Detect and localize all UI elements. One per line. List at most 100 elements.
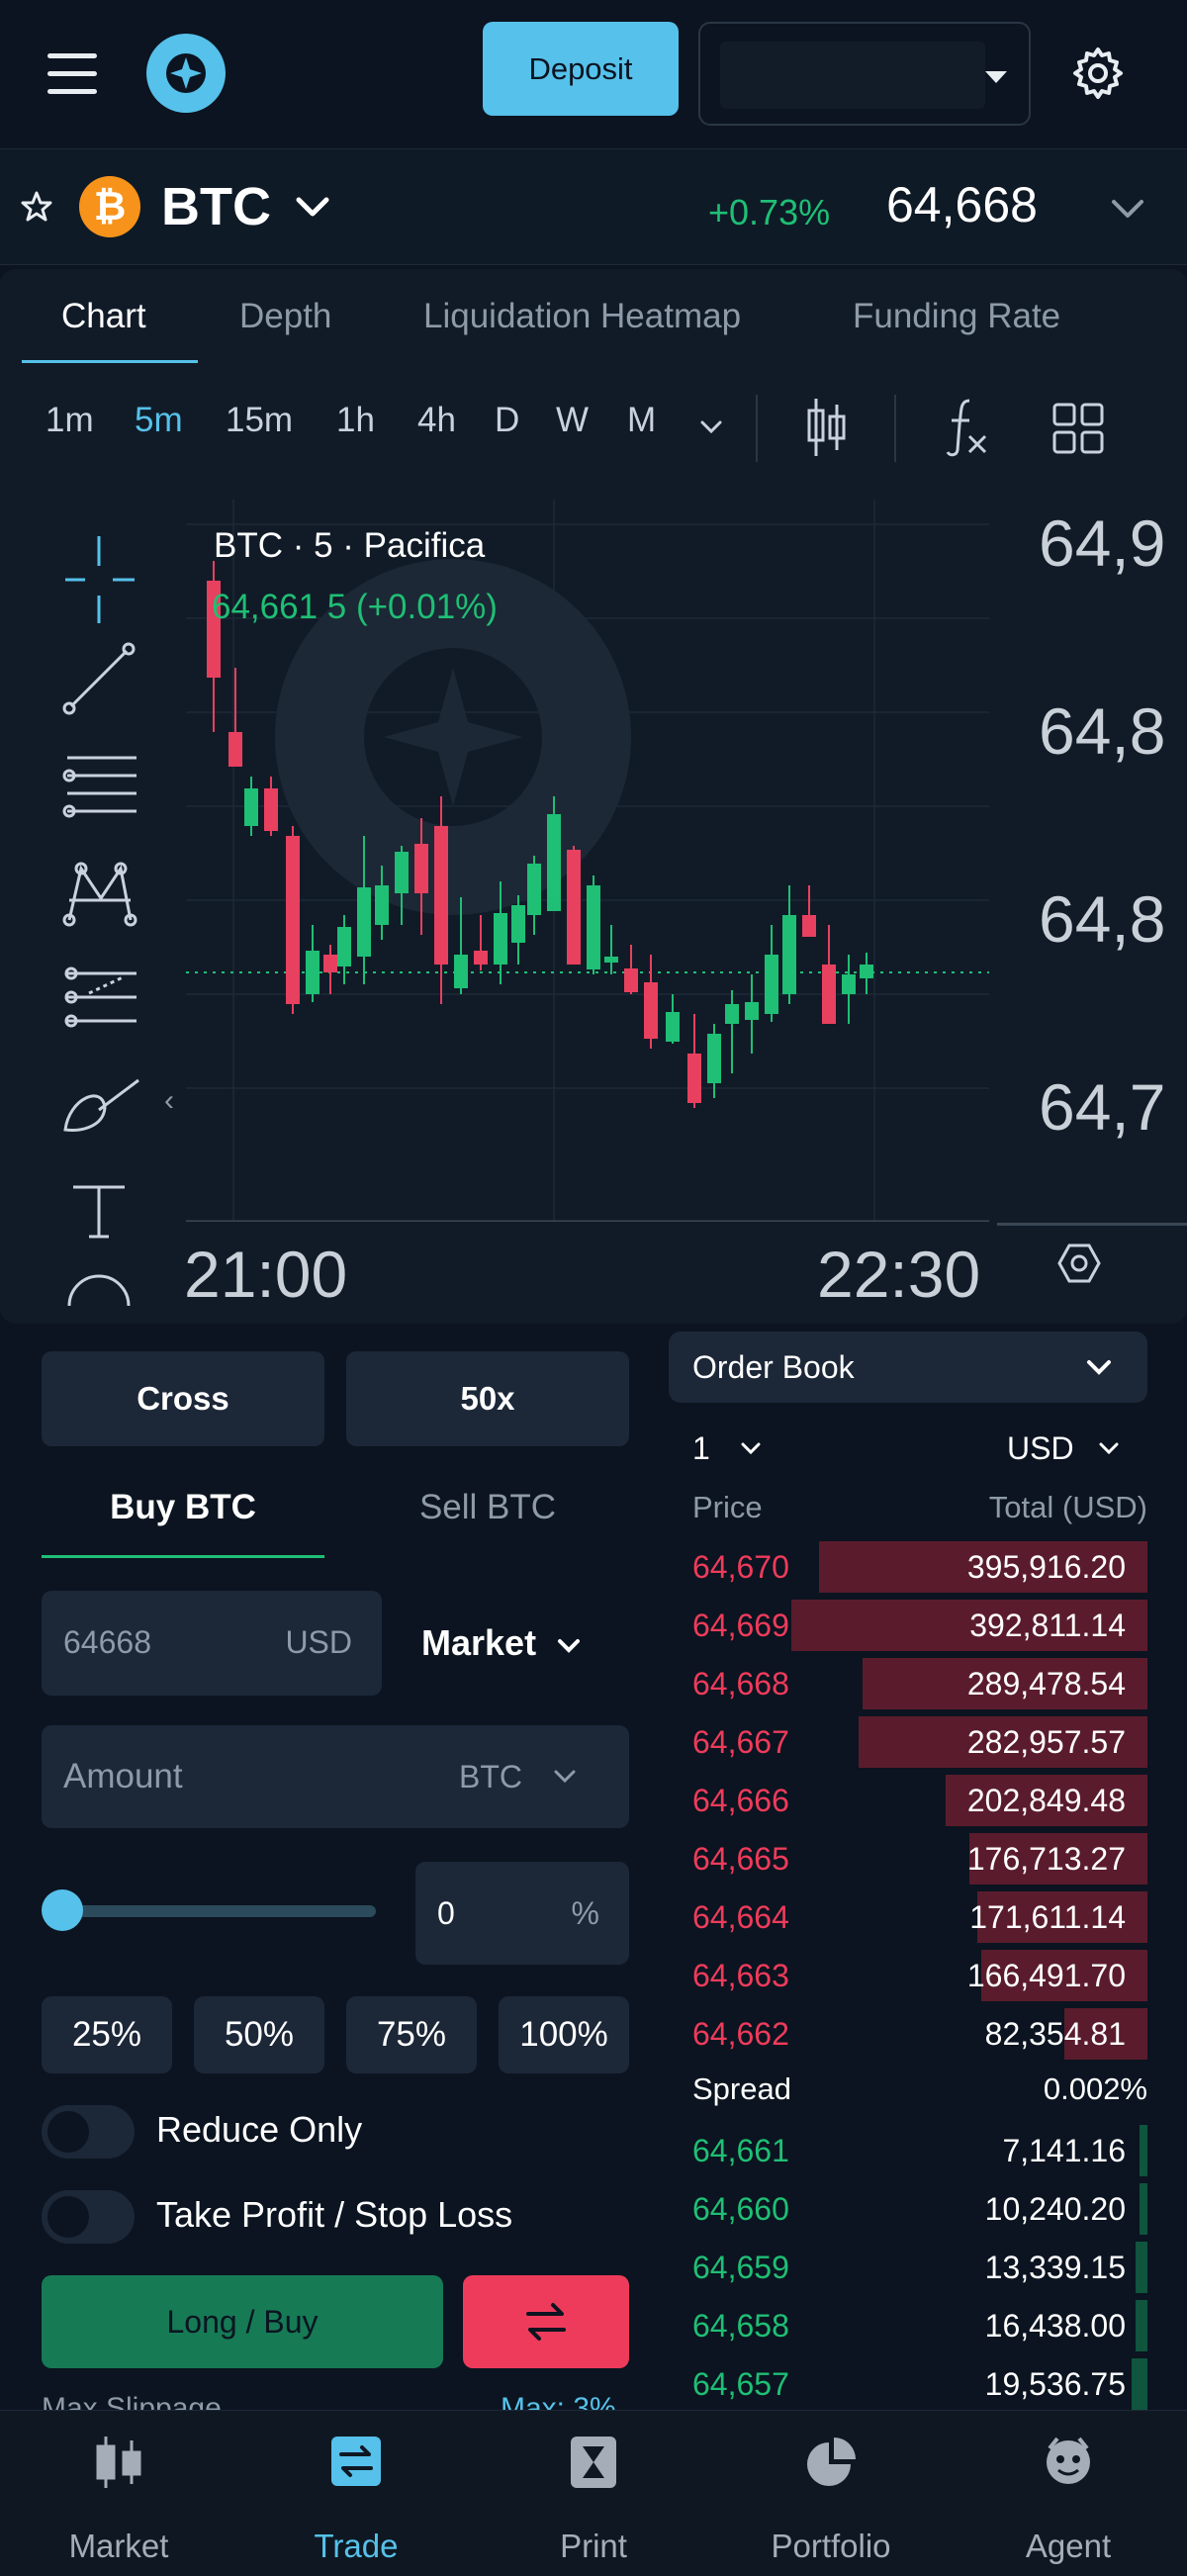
chevron-down-icon[interactable] <box>1108 194 1147 224</box>
deposit-button[interactable]: Deposit <box>483 22 679 116</box>
pattern-icon[interactable] <box>62 862 137 927</box>
chevron-down-icon[interactable] <box>293 188 332 228</box>
nav-trade[interactable]: Trade <box>237 2411 475 2576</box>
order-type-select[interactable]: Market <box>421 1622 536 1664</box>
candle-type-icon[interactable] <box>803 395 849 460</box>
timeframe-w[interactable]: W <box>556 401 589 440</box>
settings-gear-icon[interactable] <box>1070 46 1126 101</box>
tab-depth[interactable]: Depth <box>239 297 331 336</box>
timeframe-d[interactable]: D <box>495 401 519 440</box>
timeframe-m[interactable]: M <box>627 401 656 440</box>
bid-row[interactable]: 64,659 13,339.15 <box>669 2240 1147 2293</box>
brush-icon[interactable] <box>63 1078 139 1132</box>
indicators-icon[interactable] <box>940 395 991 460</box>
candle <box>228 668 242 767</box>
chevron-down-icon[interactable] <box>550 1763 580 1793</box>
quick-pct-100[interactable]: 100% <box>499 1996 629 2073</box>
candle <box>395 846 409 925</box>
y-tick-label: 64,7 <box>1039 1070 1166 1144</box>
ask-price: 64,665 <box>692 1841 789 1877</box>
nav-agent[interactable]: Agent <box>950 2411 1187 2576</box>
collapse-toolbar-icon[interactable]: ‹ <box>164 1084 174 1118</box>
order-book-header[interactable]: Order Book <box>669 1332 1147 1403</box>
fib-icon[interactable] <box>64 966 137 1028</box>
drawing-toolbar <box>40 524 158 1321</box>
bid-total: 7,141.16 <box>1002 2133 1126 2168</box>
candle <box>604 925 618 974</box>
depth-bar <box>1140 2125 1147 2176</box>
tab-funding-rate[interactable]: Funding Rate <box>853 297 1060 336</box>
bid-row[interactable]: 64,658 16,438.00 <box>669 2298 1147 2351</box>
long-buy-button[interactable]: Long / Buy <box>42 2275 443 2368</box>
ask-row[interactable]: 64,664 171,611.14 <box>669 1889 1147 1943</box>
quick-pct-75[interactable]: 75% <box>346 1996 477 2073</box>
timeframe-4h[interactable]: 4h <box>417 401 456 440</box>
reduce-only-toggle[interactable] <box>42 2105 135 2159</box>
amount-slider-thumb[interactable] <box>42 1889 83 1931</box>
favorite-star-icon[interactable] <box>20 190 53 224</box>
candle <box>511 895 525 965</box>
timeframe-1m[interactable]: 1m <box>46 401 94 440</box>
more-tools-icon[interactable] <box>67 1274 131 1307</box>
crosshair-icon[interactable] <box>65 536 135 623</box>
ask-row[interactable]: 64,670 395,916.20 <box>669 1539 1147 1593</box>
price-axis[interactable]: 64,9 64,8 64,8 64,7 <box>997 500 1187 1222</box>
tab-buy-btc[interactable]: Buy BTC <box>42 1488 324 1527</box>
ask-row[interactable]: 64,667 282,957.57 <box>669 1714 1147 1768</box>
menu-icon[interactable] <box>47 53 97 95</box>
ask-row[interactable]: 64,669 392,811.14 <box>669 1598 1147 1651</box>
ask-row[interactable]: 64,662 82,354.81 <box>669 2006 1147 2060</box>
account-selector[interactable] <box>698 22 1031 126</box>
amount-slider-track[interactable] <box>61 1905 376 1917</box>
chevron-down-icon[interactable] <box>554 1632 584 1662</box>
tick-size-select[interactable]: 1 <box>692 1430 710 1467</box>
bid-row[interactable]: 64,661 7,141.16 <box>669 2123 1147 2176</box>
amount-unit[interactable]: BTC <box>459 1759 522 1795</box>
axis-divider <box>997 1223 1187 1226</box>
tab-chart[interactable]: Chart <box>61 297 146 336</box>
ask-row[interactable]: 64,668 289,478.54 <box>669 1656 1147 1709</box>
quick-pct-50[interactable]: 50% <box>194 1996 324 2073</box>
leverage-button[interactable]: 50x <box>346 1351 629 1446</box>
ask-row[interactable]: 64,665 176,713.27 <box>669 1831 1147 1885</box>
nav-market[interactable]: Market <box>0 2411 237 2576</box>
tab-sell-btc[interactable]: Sell BTC <box>346 1488 629 1527</box>
nav-portfolio[interactable]: Portfolio <box>712 2411 950 2576</box>
chevron-down-icon[interactable] <box>696 413 726 442</box>
text-tool-icon[interactable] <box>73 1185 125 1239</box>
chevron-down-icon[interactable] <box>1096 1436 1122 1462</box>
y-tick-label: 64,9 <box>1039 506 1166 580</box>
app-logo[interactable] <box>140 28 231 119</box>
horizontal-lines-icon[interactable] <box>62 756 137 818</box>
tpsl-toggle[interactable] <box>42 2190 135 2244</box>
ask-total: 395,916.20 <box>966 1549 1126 1585</box>
agent-icon <box>1047 2437 1090 2484</box>
ask-total: 82,354.81 <box>984 2016 1126 2052</box>
ask-total: 289,478.54 <box>966 1666 1126 1702</box>
swap-side-button[interactable] <box>463 2275 629 2368</box>
market-symbol[interactable]: BTC <box>161 176 271 237</box>
nav-print[interactable]: Print <box>475 2411 712 2576</box>
trend-line-icon[interactable] <box>62 642 136 715</box>
chevron-down-icon[interactable] <box>738 1436 764 1462</box>
price-input[interactable]: 64668 USD <box>42 1591 382 1696</box>
layout-grid-icon[interactable] <box>1050 401 1106 456</box>
ask-row[interactable]: 64,666 202,849.48 <box>669 1773 1147 1826</box>
currency-select[interactable]: USD <box>1007 1430 1074 1467</box>
bid-row[interactable]: 64,660 10,240.20 <box>669 2181 1147 2235</box>
timeframe-15m[interactable]: 15m <box>226 401 293 440</box>
timeframe-1h[interactable]: 1h <box>336 401 375 440</box>
time-axis[interactable]: 21:00 22:30 <box>186 1227 989 1300</box>
amount-input[interactable]: Amount BTC <box>42 1725 629 1828</box>
ask-row[interactable]: 64,663 166,491.70 <box>669 1948 1147 2001</box>
bid-row[interactable]: 64,657 19,536.75 <box>669 2356 1147 2410</box>
price-change: +0.73% <box>708 192 831 232</box>
percent-input[interactable]: 0 % <box>415 1862 629 1965</box>
chart-settings-icon[interactable] <box>1056 1241 1102 1286</box>
timeframe-5m[interactable]: 5m <box>135 401 183 440</box>
tab-liquidation-heatmap[interactable]: Liquidation Heatmap <box>423 297 741 336</box>
btc-coin-icon: ₿ <box>79 176 140 237</box>
margin-mode-button[interactable]: Cross <box>42 1351 324 1446</box>
quick-pct-25[interactable]: 25% <box>42 1996 172 2073</box>
percent-unit: % <box>571 1895 599 1931</box>
